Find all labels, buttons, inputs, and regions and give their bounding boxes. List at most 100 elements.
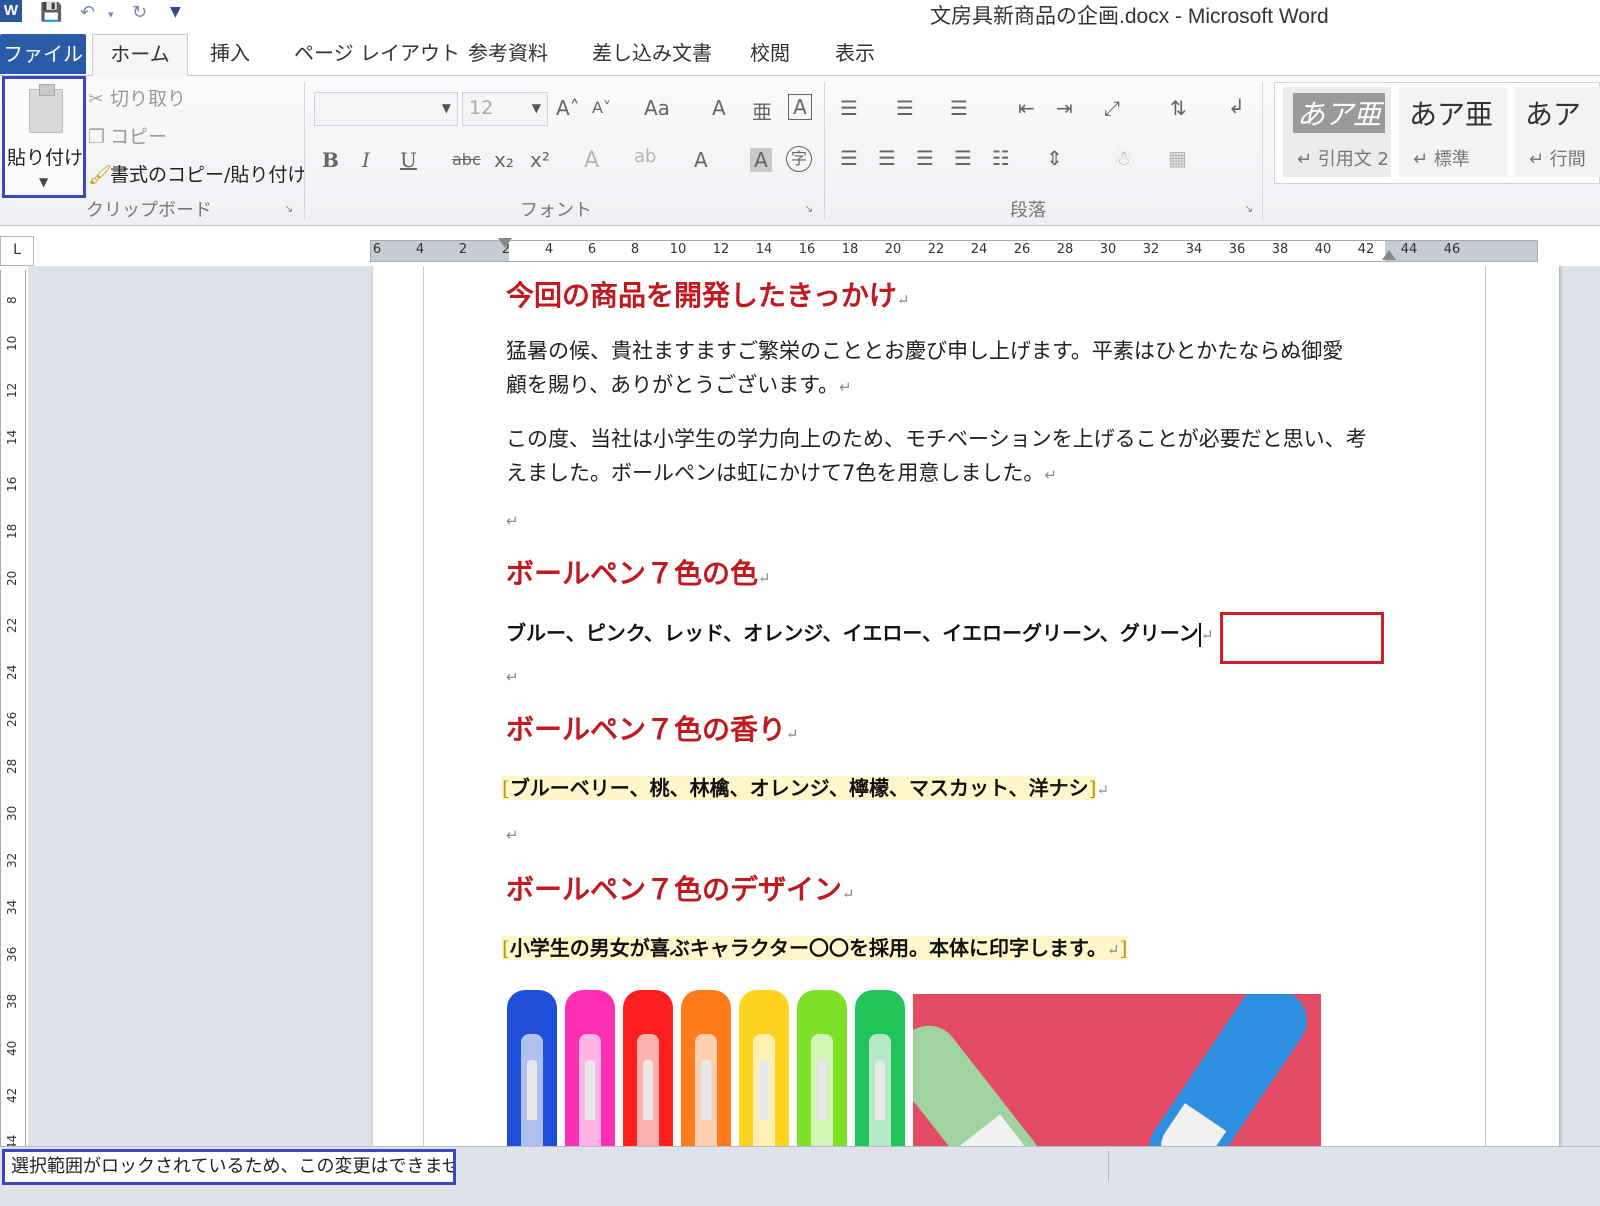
character-shading-icon[interactable]: A [750, 148, 772, 172]
vertical-ruler[interactable]: 8 10 12 14 16 18 20 22 24 26 28 30 32 34 36 38 40 42 44 [0, 270, 26, 1160]
ribbon-tabs: ファイル ホーム 挿入 ページ レイアウト 参考資料 差し込み文書 校閲 表示 [0, 30, 1600, 77]
increase-indent-icon[interactable]: ⇥ [1056, 96, 1073, 120]
tab-insert[interactable]: 挿入 [210, 38, 250, 76]
tab-home[interactable]: ホーム [92, 34, 188, 77]
undo-icon[interactable]: ↶ [80, 2, 95, 23]
justify-icon[interactable]: ☰ [954, 146, 972, 170]
style-quote-2[interactable]: あア亜 ↵ 引用文 2 [1283, 87, 1391, 177]
format-painter-button[interactable]: 🖌書式のコピー/貼り付け [88, 160, 306, 187]
align-center-icon[interactable]: ☰ [878, 146, 896, 170]
heading-scents[interactable]: ボールペン７色の香り↵ [506, 708, 799, 748]
subscript-icon[interactable]: x₂ [494, 148, 514, 172]
word-app-icon[interactable]: W [0, 0, 22, 22]
shrink-font-icon[interactable]: A˅ [592, 98, 611, 117]
paragraph-intro[interactable]: この度、当社は小学生の学力向上のため、モチベーションを上げることが必要だと思い、… [506, 422, 1367, 492]
ruler-tick: 4 [544, 242, 554, 257]
clear-formatting-icon[interactable]: A [712, 96, 726, 120]
numbering-icon[interactable]: ☰ [896, 96, 914, 120]
decrease-indent-icon[interactable]: ⇤ [1018, 96, 1035, 120]
bold-icon[interactable]: B [322, 148, 339, 172]
italic-icon[interactable]: I [362, 148, 370, 172]
ruler-tick: 16 [798, 242, 816, 257]
ruler-tick: 18 [5, 523, 19, 539]
line-spacing-icon[interactable]: ⇕ [1046, 146, 1063, 170]
grow-font-icon[interactable]: A˄ [556, 96, 580, 120]
paragraph-shading-icon[interactable]: ☃ [1114, 146, 1132, 170]
paragraph-launcher-icon[interactable]: ↘ [1244, 202, 1253, 215]
first-line-indent-marker[interactable] [498, 238, 512, 248]
tab-view[interactable]: 表示 [835, 38, 875, 76]
title-bar: W 💾 ↶ ▾ ↻ ▼ 文房具新商品の企画.docx - Microsoft W… [0, 0, 1600, 28]
redo-icon[interactable]: ↻ [132, 2, 147, 23]
align-left-icon[interactable]: ☰ [840, 146, 858, 170]
highlight-icon[interactable]: ab [634, 146, 656, 167]
enclose-characters-icon[interactable]: 字 [786, 146, 812, 172]
text-direction-icon[interactable]: ⤢ [1104, 96, 1120, 120]
tab-review[interactable]: 校閲 [750, 38, 790, 76]
locked-region-bracket-start: [ [502, 776, 510, 800]
change-case-icon[interactable]: Aa [644, 96, 670, 120]
undo-dropdown-icon[interactable]: ▾ [108, 8, 114, 21]
copy-button[interactable]: ❐ コピー [88, 122, 167, 149]
horizontal-ruler[interactable]: 6 4 2 2 4 6 8 10 12 14 16 18 20 22 24 26 28 30 32 34 36 38 40 4… [370, 238, 1538, 262]
empty-paragraph-mark: ↵ [506, 668, 519, 686]
align-right-icon[interactable]: ☰ [916, 146, 934, 170]
heading-design[interactable]: ボールペン７色のデザイン↵ [506, 868, 855, 908]
underline-icon[interactable]: U [400, 148, 417, 172]
tab-references[interactable]: 参考資料 [468, 38, 548, 76]
heading-motivation[interactable]: 今回の商品を開発したきっかけ↵ [506, 274, 909, 314]
empty-paragraph-mark: ↵ [506, 512, 519, 530]
font-color-icon[interactable]: A [694, 148, 708, 172]
heading-colors[interactable]: ボールペン７色の色↵ [506, 552, 771, 592]
style-normal[interactable]: あア亜 ↵ 標準 [1399, 87, 1507, 177]
cut-label: 切り取り [110, 88, 187, 110]
multilevel-list-icon[interactable]: ☰ [950, 96, 968, 120]
customize-quick-access-icon[interactable]: ▼ [170, 4, 181, 20]
highlight-box [1220, 612, 1384, 664]
strikethrough-icon[interactable]: abc [452, 150, 481, 169]
paragraph-mark: ↵ [758, 569, 771, 587]
phonetic-guide-icon[interactable]: 亜 [752, 96, 772, 125]
font-size-combo[interactable]: 12 ▼ [462, 92, 548, 126]
tab-page-layout[interactable]: ページ レイアウト [294, 38, 460, 76]
tab-selector[interactable]: L [0, 236, 34, 266]
design-text[interactable]: [小学生の男女が喜ぶキャラクター〇〇を採用。本体に印字します。↵] [502, 932, 1128, 961]
colors-list[interactable]: ブルー、ピンク、レッド、オレンジ、イエロー、イエローグリーン、グリーン ↵ [506, 617, 1213, 647]
show-formatting-marks-icon[interactable]: ↲ [1228, 94, 1245, 118]
ruler-tick: 26 [1013, 242, 1031, 257]
window-title: 文房具新商品の企画.docx - Microsoft Word [930, 5, 1329, 28]
save-icon[interactable]: 💾 [40, 2, 62, 23]
cut-button[interactable]: ✂ 切り取り [88, 84, 186, 111]
paste-label: 貼り付け [7, 147, 84, 169]
ruler-tick: 30 [5, 805, 19, 821]
pen-shape [681, 990, 731, 1146]
style-no-spacing[interactable]: あア ↵ 行間 [1515, 87, 1600, 177]
style-name: ↵ 引用文 2 [1297, 149, 1389, 170]
distributed-icon[interactable]: ☷ [992, 146, 1010, 170]
right-indent-marker[interactable] [1382, 250, 1396, 260]
paragraph-greeting[interactable]: 猛暑の候、貴社ますますご繁栄のこととお慶び申し上げます。平素はひとかたならぬ御愛… [506, 334, 1343, 404]
tab-mailings[interactable]: 差し込み文書 [592, 38, 712, 76]
paste-dropdown-icon[interactable]: ▼ [39, 175, 48, 189]
pen-closeup-image[interactable] [913, 994, 1321, 1146]
colored-pens-image[interactable] [505, 984, 913, 1146]
sort-icon[interactable]: ⇅ [1170, 96, 1187, 120]
font-name-combo[interactable]: ▼ [314, 92, 458, 126]
character-border-icon[interactable]: A [788, 94, 812, 120]
paste-button[interactable]: 貼り付け ▼ [2, 76, 86, 198]
text-line: 猛暑の候、貴社ますますご繁栄のこととお慶び申し上げます。平素はひとかたならぬ御愛 [506, 339, 1344, 363]
superscript-icon[interactable]: x² [530, 148, 550, 172]
selected-word-green[interactable]: グリーン [1120, 621, 1199, 645]
borders-icon[interactable]: ▦ [1168, 146, 1187, 170]
bullets-icon[interactable]: ☰ [840, 96, 858, 120]
ruler-tick: 26 [5, 711, 19, 727]
scents-list[interactable]: [ブルーベリー、桃、林檎、オレンジ、檸檬、マスカット、洋ナシ]↵ [502, 772, 1109, 801]
tab-file[interactable]: ファイル [0, 34, 86, 74]
ruler-tick: 42 [5, 1087, 19, 1103]
paragraph-group-label: 段落 [1010, 200, 1046, 221]
ruler-tick: 46 [1443, 242, 1461, 257]
text-effects-icon[interactable]: A [584, 148, 599, 173]
clipboard-launcher-icon[interactable]: ↘ [284, 202, 293, 215]
ruler-tick: 36 [5, 946, 19, 962]
font-launcher-icon[interactable]: ↘ [804, 202, 813, 215]
